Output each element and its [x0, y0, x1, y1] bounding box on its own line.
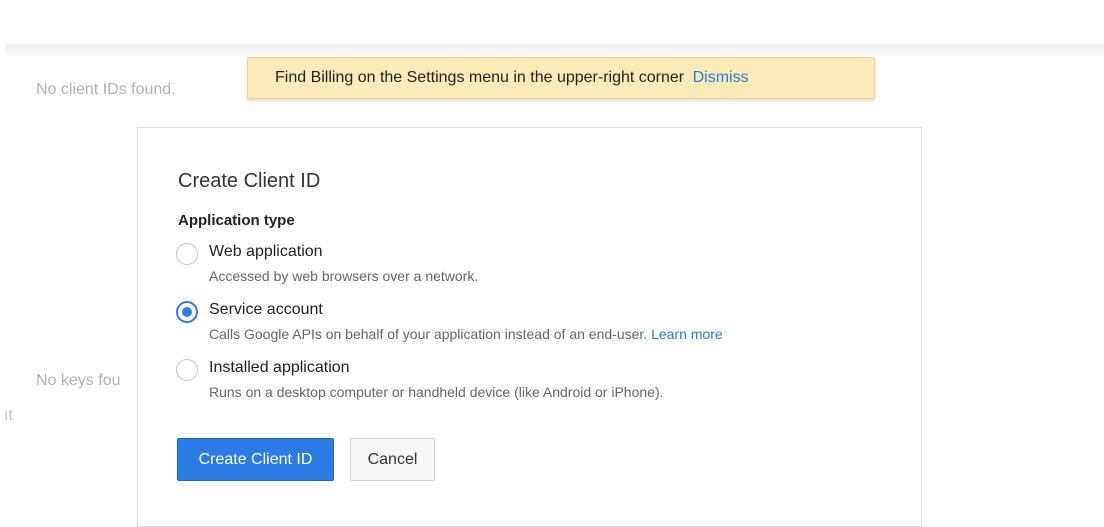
learn-more-link[interactable]: Learn more: [651, 326, 723, 342]
service-account-description: Calls Google APIs on behalf of your appl…: [209, 326, 648, 342]
installed-application-label: Installed application: [209, 359, 350, 376]
option-installed-application[interactable]: Installed application Runs on a desktop …: [176, 357, 896, 405]
no-keys-text: No keys fou: [36, 372, 121, 389]
billing-notification-banner: Find Billing on the Settings menu in the…: [247, 57, 875, 99]
banner-message: Find Billing on the Settings menu in the…: [275, 69, 685, 86]
option-web-application[interactable]: Web application Accessed by web browsers…: [176, 241, 896, 289]
dismiss-link[interactable]: Dismiss: [693, 69, 749, 86]
web-application-description: Accessed by web browsers over a network.: [209, 268, 479, 284]
radio-selected-dot: [182, 307, 192, 317]
installed-application-description: Runs on a desktop computer or handheld d…: [209, 384, 664, 400]
web-application-label: Web application: [209, 243, 323, 260]
page-header-area: [0, 0, 1104, 44]
no-client-ids-text: No client IDs found.: [36, 81, 176, 98]
cancel-button[interactable]: Cancel: [350, 438, 435, 481]
dialog-title: Create Client ID: [178, 170, 321, 192]
service-account-description-row: Calls Google APIs on behalf of your appl…: [209, 326, 723, 342]
option-service-account[interactable]: Service account Calls Google APIs on beh…: [176, 299, 896, 347]
application-type-label: Application type: [178, 212, 295, 229]
service-account-radio[interactable]: [176, 301, 198, 323]
service-account-label: Service account: [209, 301, 323, 318]
truncated-background-text: ıt: [4, 407, 13, 424]
web-application-radio[interactable]: [176, 243, 198, 265]
create-client-id-dialog: Create Client ID Application type Web ap…: [137, 127, 922, 527]
installed-application-radio[interactable]: [176, 359, 198, 381]
header-divider: [5, 44, 1104, 56]
create-client-id-button[interactable]: Create Client ID: [177, 438, 334, 481]
